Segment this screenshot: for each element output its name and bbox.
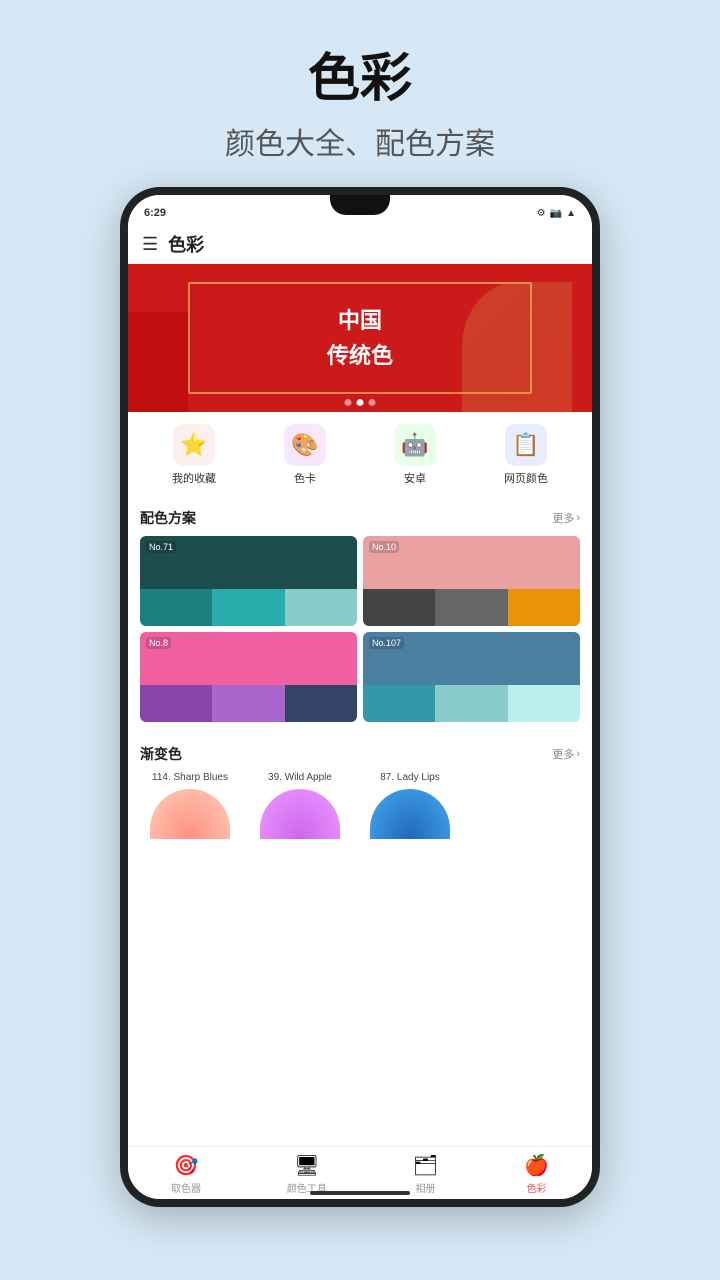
palette-bottom-10 bbox=[363, 589, 580, 627]
signal-icon: ▲ bbox=[566, 208, 576, 219]
swatch-10-3 bbox=[508, 589, 580, 627]
swatch-107-2 bbox=[435, 685, 507, 723]
nav-tools[interactable]: 🖥 颜色工具 bbox=[287, 1153, 327, 1195]
palette-title: 配色方案 bbox=[140, 508, 196, 528]
gradient-39-circle bbox=[260, 789, 340, 839]
swatch-71-3 bbox=[285, 589, 357, 627]
album-icon: 🗂 bbox=[413, 1153, 438, 1178]
page-bg-subtitle: 颜色大全、配色方案 bbox=[225, 119, 495, 163]
category-row: ⭐ 我的收藏 🎨 色卡 🤖 安卓 📋 网页颜色 bbox=[128, 412, 592, 494]
android-label: 安卓 bbox=[404, 470, 426, 486]
nav-picker[interactable]: 🎯 取色器 bbox=[171, 1153, 201, 1195]
banner-text: 中国 传统色 bbox=[327, 303, 393, 373]
palette-section-header: 配色方案 更多 › bbox=[140, 508, 580, 528]
color-icon: 🍎 bbox=[524, 1153, 549, 1178]
dot-3 bbox=[369, 399, 376, 406]
nav-album[interactable]: 🗂 相册 bbox=[413, 1153, 438, 1195]
gradient-more[interactable]: 更多 › bbox=[552, 746, 580, 762]
palette-num-107: No.107 bbox=[369, 637, 404, 649]
page-bg-title: 色彩 bbox=[225, 36, 495, 111]
swatch-10-2 bbox=[435, 589, 507, 627]
swatch-8-1 bbox=[140, 685, 212, 723]
banner-right-deco bbox=[462, 282, 572, 412]
banner[interactable]: 中国 传统色 bbox=[128, 264, 592, 412]
picker-icon: 🎯 bbox=[174, 1153, 199, 1178]
palette-card-107[interactable]: No.107 bbox=[363, 632, 580, 722]
swatch-107-3 bbox=[508, 685, 580, 723]
gradient-39[interactable]: 39. Wild Apple bbox=[250, 772, 350, 839]
card-label: 色卡 bbox=[294, 470, 316, 486]
gradient-87[interactable]: 87. Lady Lips bbox=[360, 772, 460, 839]
favorites-label: 我的收藏 bbox=[172, 470, 216, 486]
phone-frame: 6:29 ⚙ 📷 ▲ ☰ 色彩 中国 传统色 bbox=[120, 187, 600, 1207]
gradient-87-circle bbox=[370, 789, 450, 839]
swatch-71-1 bbox=[140, 589, 212, 627]
category-android[interactable]: 🤖 安卓 bbox=[394, 424, 436, 486]
palette-num-10: No.10 bbox=[369, 541, 399, 553]
gradient-114-circle bbox=[150, 789, 230, 839]
gradient-section: 渐变色 更多 › 114. Sharp Blues 39. Wild Apple bbox=[128, 736, 592, 851]
gradient-114-label: 114. Sharp Blues bbox=[152, 772, 228, 783]
favorites-icon: ⭐ bbox=[173, 424, 215, 466]
phone-content: ☰ 色彩 中国 传统色 bbox=[128, 225, 592, 1199]
status-time: 6:29 bbox=[144, 207, 166, 219]
swatch-8-2 bbox=[212, 685, 284, 723]
gradient-section-header: 渐变色 更多 › bbox=[140, 744, 580, 764]
menu-icon[interactable]: ☰ bbox=[142, 234, 158, 255]
palette-card-8[interactable]: No.8 bbox=[140, 632, 357, 722]
palette-num-71: No.71 bbox=[146, 541, 176, 553]
web-label: 网页颜色 bbox=[504, 470, 548, 486]
color-label: 色彩 bbox=[527, 1180, 547, 1195]
swatch-107-1 bbox=[363, 685, 435, 723]
category-card[interactable]: 🎨 色卡 bbox=[284, 424, 326, 486]
app-header: ☰ 色彩 bbox=[128, 225, 592, 264]
palette-bottom-107 bbox=[363, 685, 580, 723]
banner-dots bbox=[345, 399, 376, 406]
home-indicator bbox=[310, 1191, 410, 1195]
tools-icon: 🖥 bbox=[294, 1153, 319, 1178]
palette-more[interactable]: 更多 › bbox=[552, 510, 580, 526]
palette-section: 配色方案 更多 › No.71 bbox=[128, 500, 592, 730]
dot-1 bbox=[345, 399, 352, 406]
album-label: 相册 bbox=[415, 1180, 435, 1195]
dot-2 bbox=[357, 399, 364, 406]
palette-top-8 bbox=[140, 632, 357, 685]
swatch-8-3 bbox=[285, 685, 357, 723]
page-header: 色彩 颜色大全、配色方案 bbox=[225, 0, 495, 163]
palette-card-71[interactable]: No.71 bbox=[140, 536, 357, 626]
web-icon: 📋 bbox=[505, 424, 547, 466]
swatch-71-2 bbox=[212, 589, 284, 627]
palette-swatches-8 bbox=[140, 632, 357, 722]
banner-left-deco bbox=[128, 312, 188, 412]
palette-bottom-8 bbox=[140, 685, 357, 723]
main-scroll[interactable]: 中国 传统色 ⭐ 我的收藏 🎨 色卡 bbox=[128, 264, 592, 1199]
status-icons: ⚙ 📷 ▲ bbox=[537, 208, 576, 219]
category-favorites[interactable]: ⭐ 我的收藏 bbox=[172, 424, 216, 486]
notification-icon: 📷 bbox=[550, 208, 562, 219]
android-icon: 🤖 bbox=[394, 424, 436, 466]
palette-num-8: No.8 bbox=[146, 637, 171, 649]
gradient-114[interactable]: 114. Sharp Blues bbox=[140, 772, 240, 839]
category-web[interactable]: 📋 网页颜色 bbox=[504, 424, 548, 486]
gradient-87-label: 87. Lady Lips bbox=[380, 772, 440, 783]
palettes-grid: No.71 No.10 bbox=[140, 536, 580, 722]
picker-label: 取色器 bbox=[171, 1180, 201, 1195]
nav-color[interactable]: 🍎 色彩 bbox=[524, 1153, 549, 1195]
palette-card-10[interactable]: No.10 bbox=[363, 536, 580, 626]
app-title: 色彩 bbox=[168, 231, 204, 257]
gradient-39-label: 39. Wild Apple bbox=[268, 772, 332, 783]
swatch-10-1 bbox=[363, 589, 435, 627]
phone-notch bbox=[330, 195, 390, 215]
gradient-row: 114. Sharp Blues 39. Wild Apple 87. Lady… bbox=[140, 772, 580, 847]
gradient-title: 渐变色 bbox=[140, 744, 182, 764]
card-icon: 🎨 bbox=[284, 424, 326, 466]
palette-bottom-71 bbox=[140, 589, 357, 627]
settings-icon: ⚙ bbox=[537, 208, 546, 219]
